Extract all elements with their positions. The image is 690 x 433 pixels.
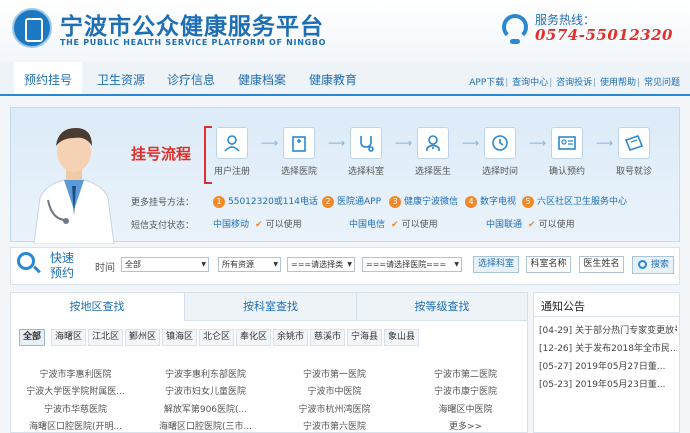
- district-yuyao[interactable]: 余姚市: [273, 329, 309, 346]
- more-hospitals-link[interactable]: 更多>>: [408, 419, 523, 432]
- hospital-link[interactable]: 解放军第906医院(...: [148, 402, 263, 415]
- nav-item-treatment-info[interactable]: 诊疗信息: [167, 71, 215, 88]
- header: 宁波市公众健康服务平台 THE PUBLIC HEALTH SERVICE PL…: [0, 0, 690, 60]
- district-yinzhou[interactable]: 鄞州区: [125, 329, 161, 346]
- hotline-number: 0574-55012320: [535, 26, 673, 44]
- nav-item-health-resources[interactable]: 卫生资源: [97, 71, 145, 88]
- method-app[interactable]: 2 医院通APP: [322, 194, 381, 208]
- step-take-number: 取号就诊: [604, 127, 664, 177]
- district-beilun[interactable]: 北仑区: [199, 329, 235, 346]
- doctor-illustration: [33, 128, 115, 244]
- id-card-icon: [558, 136, 576, 150]
- type-select[interactable]: ===请选择类: [287, 257, 355, 272]
- clock-icon: [492, 135, 508, 151]
- link-complaints[interactable]: 咨询投诉: [556, 78, 592, 88]
- carrier-unicom: 中国联通 ✔ 可以使用: [486, 220, 575, 230]
- quick-links: APP下载| 查询中心| 咨询投诉| 使用帮助| 常见问题: [469, 78, 680, 88]
- step-select-doctor: 选择医生: [403, 127, 463, 177]
- method-community-center[interactable]: 5 六区社区卫生服务中心: [522, 194, 627, 208]
- process-title: 挂号流程: [131, 145, 192, 163]
- notice-item[interactable]: [05-27] 2019年05月27日董...: [539, 359, 677, 372]
- link-query-center[interactable]: 查询中心: [512, 78, 548, 88]
- step-select-hospital: 选择医院: [269, 127, 329, 177]
- district-fenghua[interactable]: 奉化区: [236, 329, 272, 346]
- ticket-icon: [624, 135, 644, 151]
- method-digital-tv[interactable]: 4 数字电视: [465, 194, 516, 208]
- link-app-download[interactable]: APP下载: [469, 78, 504, 88]
- step-select-time: 选择时间: [470, 127, 530, 177]
- district-jiangbei[interactable]: 江北区: [88, 329, 124, 346]
- carrier-mobile: 中国移动 ✔ 可以使用: [213, 220, 302, 230]
- hospital-link[interactable]: 宁波市李惠利医院: [18, 367, 133, 380]
- main-nav: 预约挂号 卫生资源 诊疗信息 健康档案 健康教育 APP下载| 查询中心| 咨询…: [0, 62, 690, 96]
- district-xiangshan[interactable]: 象山县: [384, 329, 420, 346]
- district-haishu[interactable]: 海曙区: [51, 329, 87, 346]
- step-confirm: 确认预约: [537, 127, 597, 177]
- notice-divider: [533, 316, 680, 317]
- department-name-input[interactable]: 科室名称: [526, 256, 571, 273]
- user-icon: [224, 135, 240, 152]
- nav-item-health-education[interactable]: 健康教育: [309, 71, 357, 88]
- hospital-link[interactable]: 海曙区中医院: [408, 402, 523, 415]
- nav-item-appointment[interactable]: 预约挂号: [14, 62, 83, 96]
- notice-item[interactable]: [12-26] 关于发布2018年全市民...: [539, 341, 677, 354]
- hospital-link[interactable]: 宁波李惠利东部医院: [148, 367, 263, 380]
- time-label: 时间: [95, 263, 115, 274]
- hospital-link[interactable]: 宁波市中医院: [277, 384, 392, 397]
- headset-icon: [502, 14, 528, 44]
- doctor-icon: [426, 135, 440, 151]
- doctor-name-input[interactable]: 医生姓名: [579, 256, 624, 273]
- district-zhenhai[interactable]: 镇海区: [162, 329, 198, 346]
- step-label: 选择医生: [414, 167, 451, 177]
- district-cixi[interactable]: 慈溪市: [310, 329, 346, 346]
- site-title[interactable]: 宁波市公众健康服务平台: [60, 7, 324, 41]
- hospital-link[interactable]: 宁波市第一医院: [277, 367, 392, 380]
- time-select[interactable]: 全部: [121, 257, 209, 272]
- link-help[interactable]: 使用帮助: [600, 78, 636, 88]
- step-label: 选择时间: [481, 167, 518, 177]
- step-label: 用户注册: [213, 167, 250, 177]
- site-subtitle: THE PUBLIC HEALTH SERVICE PLATFORM OF NI…: [60, 38, 327, 47]
- search-button[interactable]: 搜索: [632, 256, 674, 274]
- method-wechat[interactable]: 3 健康宁波微信: [389, 194, 458, 208]
- magnifier-icon: [638, 260, 647, 269]
- step-label: 选择医院: [280, 167, 317, 177]
- hospital-link[interactable]: 海曙区口腔医院(开明...: [18, 419, 133, 432]
- hospital-link[interactable]: 宁波市第六医院: [277, 419, 392, 432]
- hospital-link[interactable]: 宁波市康宁医院: [408, 384, 523, 397]
- hospital-icon: [292, 136, 306, 152]
- notice-item[interactable]: [05-23] 2019年05月23日董...: [539, 377, 677, 390]
- hospital-link[interactable]: 宁波市妇女儿童医院: [148, 384, 263, 397]
- hospital-link[interactable]: 宁波市第二医院: [408, 367, 523, 380]
- quick-appointment-title: 快速预约: [50, 251, 75, 280]
- hospital-link[interactable]: 宁波市杭州湾医院: [277, 402, 392, 415]
- step-register: 用户注册: [202, 127, 262, 177]
- step-label: 选择科室: [347, 167, 384, 177]
- site-logo[interactable]: [12, 8, 52, 48]
- step-select-department: 选择科室: [336, 127, 396, 177]
- notice-title: 通知公告: [541, 300, 585, 313]
- notice-item[interactable]: [04-29] 关于部分热门专家变更放号...: [539, 323, 677, 336]
- link-faq[interactable]: 常见问题: [644, 78, 680, 88]
- district-all[interactable]: 全部: [19, 329, 46, 346]
- tab-by-level[interactable]: 按等级查找: [356, 293, 527, 321]
- carrier-telecom: 中国电信 ✔ 可以使用: [349, 220, 438, 230]
- hospital-link[interactable]: 宁波大学医学院附属医...: [18, 384, 133, 397]
- hospital-select[interactable]: ===请选择医院===: [362, 257, 462, 272]
- district-ninghai[interactable]: 宁海县: [347, 329, 383, 346]
- method-phone[interactable]: 1 55012320或114电话: [213, 194, 318, 208]
- tab-by-region[interactable]: 按地区查找: [11, 293, 183, 321]
- step-label: 确认预约: [548, 167, 585, 177]
- nav-item-health-records[interactable]: 健康档案: [238, 71, 286, 88]
- stethoscope-icon: [360, 136, 374, 152]
- hospital-link[interactable]: 海曙区口腔医院(三市...: [148, 419, 263, 432]
- resource-select[interactable]: 所有资源: [218, 257, 281, 272]
- step-label: 取号就诊: [615, 167, 652, 177]
- hospital-link[interactable]: 宁波市华慈医院: [18, 402, 133, 415]
- select-department-button[interactable]: 选择科室: [473, 256, 519, 273]
- tab-by-department[interactable]: 按科室查找: [184, 293, 356, 321]
- sms-status-label: 短信支付状态：: [131, 221, 195, 231]
- search-icon: [17, 252, 35, 270]
- more-methods-label: 更多挂号方法：: [131, 198, 195, 208]
